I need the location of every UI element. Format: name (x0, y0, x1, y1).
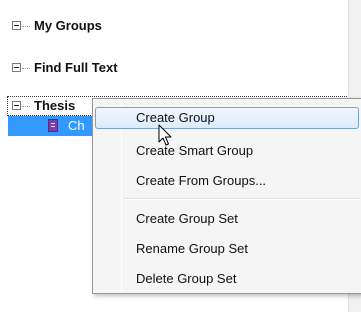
menu-item-label: Create From Groups... (136, 173, 267, 188)
menu-item-label: Create Group (136, 110, 215, 125)
menu-item-label: Rename Group Set (136, 241, 249, 256)
group-label: Find Full Text (34, 60, 118, 75)
menu-item-create-from-groups[interactable]: Create From Groups... (95, 170, 359, 192)
collapse-minus-icon[interactable] (12, 63, 21, 72)
tree-group-find-full-text[interactable]: Find Full Text (0, 58, 348, 78)
menu-item-rename-group-set[interactable]: Rename Group Set (95, 238, 359, 260)
tree-item-label: Ch (68, 118, 85, 133)
menu-item-create-smart-group[interactable]: Create Smart Group (95, 140, 359, 162)
notebook-icon (48, 119, 58, 132)
menu-item-create-group[interactable]: Create Group (95, 107, 359, 129)
menu-gutter-divider (121, 101, 122, 291)
arrow-pointer-icon (158, 124, 172, 146)
collapse-minus-icon[interactable] (12, 101, 21, 110)
context-menu: Create Group Create Smart Group Create F… (92, 98, 361, 294)
tree-group-my-groups[interactable]: My Groups (0, 16, 348, 36)
menu-item-label: Create Smart Group (136, 143, 254, 158)
collapse-minus-icon[interactable] (12, 21, 21, 30)
menu-item-create-group-set[interactable]: Create Group Set (95, 208, 359, 230)
menu-item-label: Create Group Set (136, 211, 238, 226)
tree-connector-line (22, 26, 30, 27)
group-label: Thesis (34, 98, 76, 113)
menu-item-label: Delete Group Set (136, 271, 237, 286)
group-label: My Groups (34, 18, 102, 33)
menu-item-delete-group-set[interactable]: Delete Group Set (95, 268, 359, 290)
tree-connector-line (22, 106, 30, 107)
menu-separator (124, 198, 359, 200)
tree-connector-line (22, 68, 30, 69)
